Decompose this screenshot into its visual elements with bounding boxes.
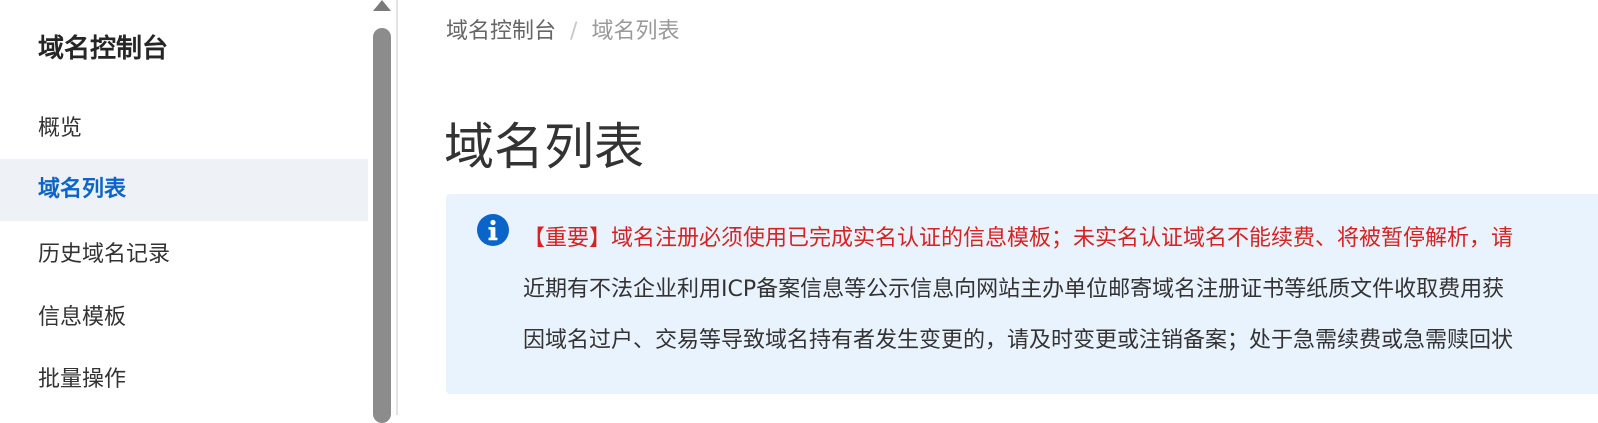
breadcrumb-console-link[interactable]: 域名控制台: [446, 19, 556, 44]
scroll-thumb[interactable]: [373, 28, 391, 423]
notice-line: 近期有不法企业利用ICP备案信息等公示信息向网站主办单位邮寄域名注册证书等纸质文…: [523, 277, 1505, 302]
breadcrumb-separator: /: [570, 19, 578, 44]
sidebar: 域名控制台 概览 域名列表 历史域名记录 信息模板 批量操作: [0, 0, 368, 415]
scroll-up-arrow-icon[interactable]: [373, 0, 391, 11]
notice-line: 因域名过户、交易等导致域名持有者发生变更的，请及时变更或注销备案；处于急需续费或…: [523, 328, 1514, 353]
sidebar-item-batch-operations[interactable]: 批量操作: [0, 349, 368, 411]
console-title: 域名控制台: [38, 34, 169, 64]
sidebar-item-info-templates[interactable]: 信息模板: [0, 287, 368, 349]
breadcrumb-current: 域名列表: [591, 19, 680, 44]
breadcrumb: 域名控制台 / 域名列表: [446, 16, 679, 48]
sidebar-item-domain-list[interactable]: 域名列表: [0, 159, 368, 221]
info-icon: [477, 214, 509, 246]
notice-box: 【重要】域名注册必须使用已完成实名认证的信息模板；未实名认证域名不能续费、将被暂…: [446, 194, 1598, 394]
page-title: 域名列表: [444, 117, 644, 176]
sidebar-item-overview[interactable]: 概览: [0, 98, 368, 160]
sidebar-scrollbar[interactable]: [368, 0, 396, 423]
notice-important-line: 【重要】域名注册必须使用已完成实名认证的信息模板；未实名认证域名不能续费、将被暂…: [523, 226, 1514, 251]
main-content: 域名控制台 / 域名列表 域名列表 【重要】域名注册必须使用已完成实名认证的信息模板…: [398, 0, 1598, 415]
sidebar-item-domain-history[interactable]: 历史域名记录: [0, 224, 368, 286]
